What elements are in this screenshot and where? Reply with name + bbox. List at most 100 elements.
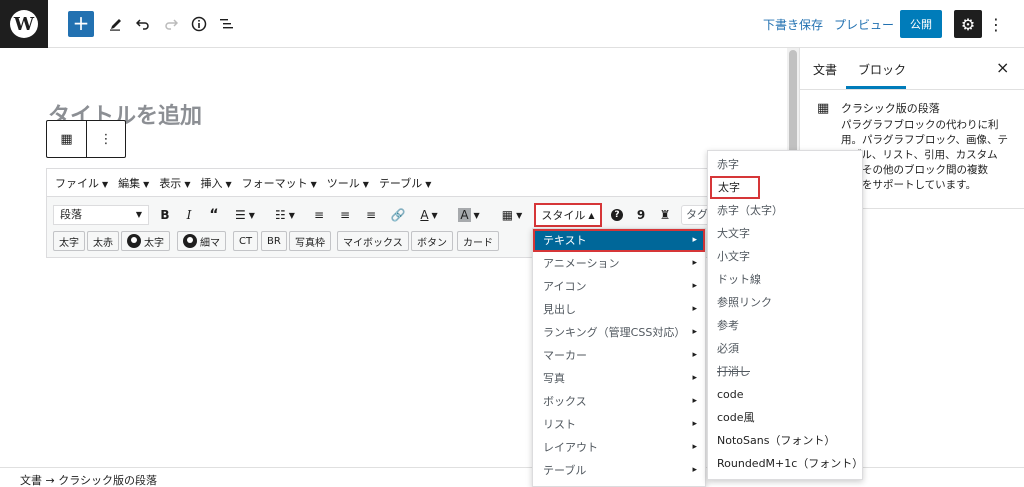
submenu-item-notosans[interactable]: NotoSans（フォント） — [708, 429, 862, 452]
close-icon: × — [996, 58, 1010, 77]
editor-top-bar: W + 下書き保存 プレビュー 公開 ⚙ ⋮ — [0, 0, 1024, 48]
submenu-item-small[interactable]: 小文字 — [708, 245, 862, 268]
add-block-button[interactable]: + — [68, 11, 94, 37]
menu-format[interactable]: フォーマット ▼ — [242, 175, 317, 191]
style-menu-item-icon[interactable]: アイコン ▸ — [533, 275, 705, 298]
bullet-list-button[interactable]: ☰ ▼ — [231, 205, 259, 225]
wordpress-logo[interactable]: W — [0, 0, 48, 48]
align-right-button[interactable]: ≡ — [363, 205, 379, 225]
help-button[interactable]: ? — [609, 205, 625, 225]
submenu-item-code-like[interactable]: code風 — [708, 406, 862, 429]
style-menu-item-animation[interactable]: アニメーション ▸ — [533, 252, 705, 275]
block-breadcrumb[interactable]: 文書 → クラシック版の段落 — [20, 472, 157, 487]
more-options-button[interactable]: ⋮ — [986, 12, 1006, 36]
quicktag-bold-red[interactable]: 太赤 — [87, 231, 119, 251]
tab-block[interactable]: ブロック — [858, 61, 906, 78]
block-options-button[interactable]: ⋮ — [85, 121, 125, 157]
submenu-item-bold[interactable]: 太字 — [710, 176, 760, 199]
active-tab-indicator — [846, 86, 906, 89]
bullet-list-icon: ☰ — [235, 208, 246, 222]
style-dropdown-button[interactable]: スタイル ▲ — [534, 203, 602, 227]
style-menu-item-box[interactable]: ボックス ▸ — [533, 390, 705, 413]
paragraph-format-select[interactable]: 段落 ▼ — [53, 205, 149, 225]
table-button[interactable]: ▦ ▼ — [497, 205, 527, 225]
redo-button[interactable] — [159, 12, 183, 36]
classic-block-icon: ▦ — [817, 101, 830, 116]
link-button[interactable]: 🔗 — [389, 205, 407, 225]
style-dropdown-menu: テキスト ▸ アニメーション ▸ アイコン ▸ 見出し ▸ ランキング（管理CSS対応）… — [532, 228, 706, 487]
style-menu-item-ranking[interactable]: ランキング（管理CSS対応） ▸ — [533, 321, 705, 344]
quicktag-card[interactable]: カード — [457, 231, 499, 251]
chevron-right-icon: ▸ — [692, 327, 697, 337]
italic-button[interactable]: I — [181, 205, 197, 225]
quicktag-avatar-bold[interactable]: 太字 — [121, 231, 170, 251]
style-menu-item-marker[interactable]: マーカー ▸ — [533, 344, 705, 367]
align-left-button[interactable]: ≡ — [311, 205, 327, 225]
submenu-item-rounded[interactable]: RoundedM+1c（フォント） — [708, 452, 863, 475]
quicktag-photo-frame[interactable]: 写真枠 — [289, 231, 331, 251]
menu-edit[interactable]: 編集 ▼ — [118, 175, 149, 191]
block-card-description: パラグラフブロックの代わりに利用。パラグラフブロック、画像、テーブル、リスト、引… — [841, 119, 1019, 191]
quicktag-ct[interactable]: CT — [233, 231, 259, 251]
style-menu-item-table[interactable]: テーブル ▸ — [533, 459, 705, 482]
bold-icon: B — [160, 208, 170, 222]
details-button[interactable] — [187, 12, 211, 36]
tools-button[interactable] — [104, 12, 128, 36]
block-type-button[interactable]: ▦ — [47, 121, 86, 157]
sidebar-tabs: 文書 ブロック × — [800, 48, 1024, 90]
undo-button[interactable] — [131, 12, 155, 36]
align-center-button[interactable]: ≡ — [337, 205, 353, 225]
menu-insert[interactable]: 挿入 ▼ — [200, 175, 231, 191]
shortcode-button[interactable]: 9 — [631, 205, 651, 225]
submenu-item-large[interactable]: 大文字 — [708, 222, 862, 245]
numbered-list-button[interactable]: ☷ ▼ — [271, 205, 299, 225]
quicktag-br[interactable]: BR — [261, 231, 287, 251]
stamp-button[interactable]: ♜ — [655, 205, 675, 225]
submenu-item-ref-link[interactable]: 参照リンク — [708, 291, 862, 314]
chevron-right-icon: ▸ — [692, 465, 697, 475]
style-menu-item-layout[interactable]: レイアウト ▸ — [533, 436, 705, 459]
style-menu-item-photo[interactable]: 写真 ▸ — [533, 367, 705, 390]
quicktag-bold[interactable]: 太字 — [53, 231, 85, 251]
align-right-icon: ≡ — [365, 208, 377, 222]
block-card-title: クラシック版の段落 — [841, 102, 940, 115]
more-vertical-icon: ⋮ — [988, 14, 1004, 34]
list-view-button[interactable] — [215, 12, 239, 36]
submenu-item-reference[interactable]: 参考 — [708, 314, 862, 337]
tab-document[interactable]: 文書 — [813, 61, 837, 78]
menu-file[interactable]: ファイル ▼ — [55, 175, 108, 191]
menu-view[interactable]: 表示 ▼ — [159, 175, 190, 191]
preview-button[interactable]: プレビュー — [834, 16, 894, 33]
background-color-icon: A — [458, 208, 471, 222]
style-menu-item-list[interactable]: リスト ▸ — [533, 413, 705, 436]
submenu-item-code[interactable]: code — [708, 383, 862, 406]
chevron-right-icon: ▸ — [692, 281, 697, 291]
bold-button[interactable]: B — [157, 205, 173, 225]
settings-button[interactable]: ⚙ — [954, 10, 982, 38]
publish-button[interactable]: 公開 — [900, 10, 942, 38]
submenu-item-required[interactable]: 必須 — [708, 337, 862, 360]
close-sidebar-button[interactable]: × — [996, 58, 1009, 77]
submenu-item-dotted[interactable]: ドット線 — [708, 268, 862, 291]
info-icon — [191, 16, 207, 32]
background-color-button[interactable]: A ▼ — [455, 205, 483, 225]
classic-block-icon: ▦ — [60, 131, 73, 147]
save-draft-button[interactable]: 下書き保存 — [763, 16, 823, 33]
menu-tools[interactable]: ツール ▼ — [327, 175, 369, 191]
text-color-icon: A — [420, 208, 429, 222]
quicktag-button[interactable]: ボタン — [411, 231, 453, 251]
text-color-button[interactable]: A ▼ — [415, 205, 443, 225]
chevron-right-icon: ▸ — [692, 304, 697, 314]
blockquote-button[interactable]: “ — [205, 205, 223, 225]
style-menu-item-text[interactable]: テキスト ▸ — [533, 229, 705, 252]
submenu-item-red-bold[interactable]: 赤字（太字） — [708, 199, 862, 222]
editor-scrollbar-thumb[interactable] — [789, 50, 797, 160]
menu-table[interactable]: テーブル ▼ — [379, 175, 432, 191]
quicktag-my-box[interactable]: マイボックス — [337, 231, 409, 251]
editor-footer: 文書 → クラシック版の段落 — [0, 467, 1024, 487]
submenu-item-red[interactable]: 赤字 — [708, 153, 862, 176]
style-menu-item-heading[interactable]: 見出し ▸ — [533, 298, 705, 321]
submenu-item-strikethrough[interactable]: 打消し — [708, 360, 862, 383]
more-vertical-icon: ⋮ — [99, 131, 113, 147]
quicktag-avatar-thin[interactable]: 細マ — [177, 231, 226, 251]
